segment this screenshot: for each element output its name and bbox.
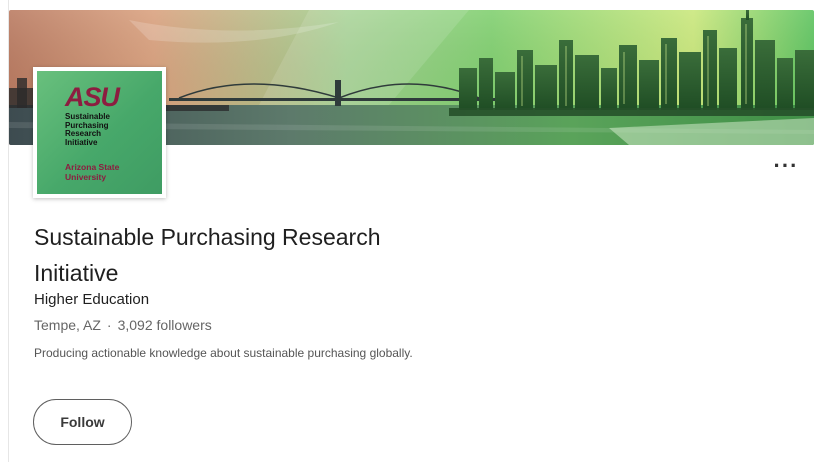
location-text: Tempe, AZ (34, 317, 101, 333)
followers-count: 3,092 followers (117, 317, 212, 333)
company-profile-card: ASU Sustainable Purchasing Research Init… (0, 0, 814, 462)
more-options-icon[interactable]: ··· (770, 155, 802, 180)
industry-label: Higher Education (34, 291, 150, 308)
logo-initiative-text: Sustainable Purchasing Research Initiati… (65, 112, 110, 147)
page-title: Sustainable Purchasing Research Initiati… (34, 224, 381, 286)
asu-logo-mark: ASU (65, 82, 120, 112)
location-followers: Tempe, AZ · 3,092 followers (34, 316, 212, 334)
follow-button[interactable]: Follow (33, 399, 132, 445)
card-divider (0, 0, 9, 462)
tagline: Producing actionable knowledge about sus… (34, 346, 413, 360)
logo-university-text: Arizona State University (65, 162, 120, 182)
company-logo[interactable]: ASU Sustainable Purchasing Research Init… (33, 67, 166, 198)
separator-dot: · (106, 317, 112, 333)
